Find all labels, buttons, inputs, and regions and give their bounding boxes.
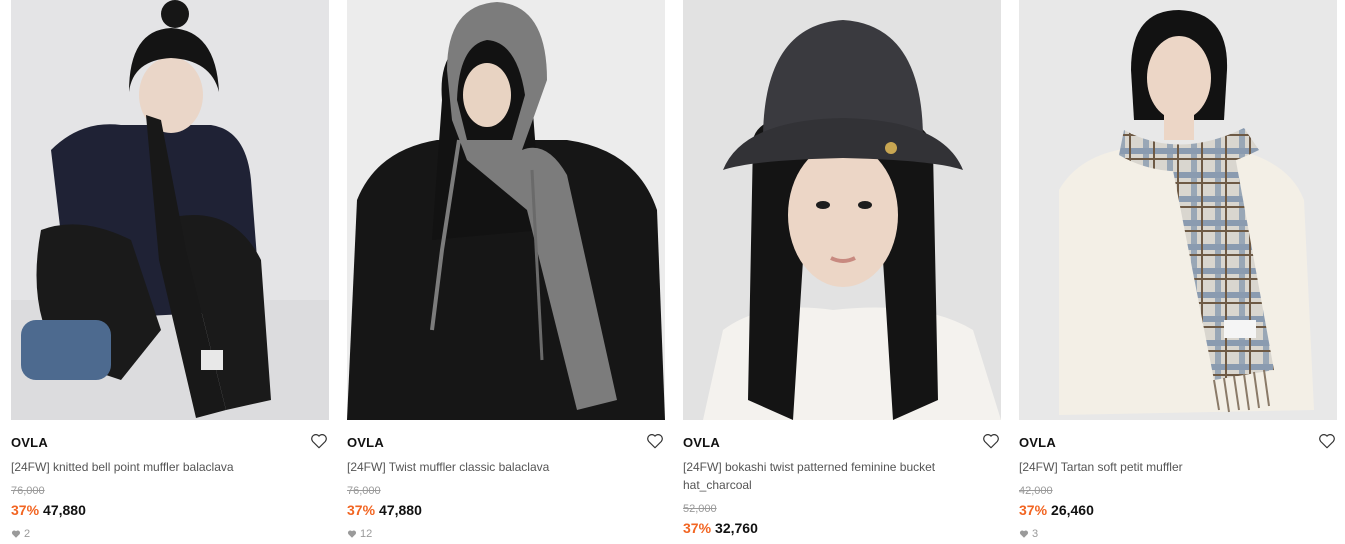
product-image[interactable] [347,0,665,420]
product-title[interactable]: [24FW] Twist muffler classic balaclava [347,458,637,476]
original-price: 76,000 [347,485,381,497]
like-count-value: 2 [24,528,31,540]
original-price: 42,000 [1019,485,1053,497]
brand-name[interactable]: OVLA [11,435,48,450]
wishlist-heart-icon[interactable] [982,432,1000,450]
sale-price: 32,760 [715,520,758,536]
product-grid: OVLA [24FW] knitted bell point muffler b… [0,0,1345,544]
product-title[interactable]: [24FW] bokashi twist patterned feminine … [683,458,973,494]
brand-name[interactable]: OVLA [683,435,720,450]
wishlist-heart-icon[interactable] [646,432,664,450]
product-card[interactable]: OVLA [24FW] knitted bell point muffler b… [11,0,329,544]
like-count-value: 12 [360,528,373,540]
product-title[interactable]: [24FW] Tartan soft petit muffler [1019,458,1309,476]
heart-filled-icon [1019,530,1029,538]
product-card[interactable]: OVLA [24FW] Twist muffler classic balacl… [347,0,665,544]
discount-rate: 37% [11,502,40,518]
product-image[interactable] [1019,0,1337,420]
sale-price: 47,880 [43,502,86,518]
product-image[interactable] [11,0,329,420]
discount-rate: 37% [683,520,712,536]
product-photo-twist-balaclava [347,0,665,420]
price-block: 52,000 37% 32,760 [683,502,758,538]
price-block: 76,000 37% 47,880 [347,484,422,520]
wishlist-heart-icon[interactable] [1318,432,1336,450]
product-title[interactable]: [24FW] knitted bell point muffler balacl… [11,458,301,476]
like-count: 12 [347,528,372,540]
like-count: 3 [1019,528,1038,540]
heart-filled-icon [347,530,357,538]
discount-rate: 37% [1019,502,1048,518]
sale-price: 47,880 [379,502,422,518]
product-card[interactable]: OVLA [24FW] bokashi twist patterned femi… [683,0,1001,544]
wishlist-heart-icon[interactable] [310,432,328,450]
price-block: 76,000 37% 47,880 [11,484,86,520]
discount-rate: 37% [347,502,376,518]
product-image[interactable] [683,0,1001,420]
heart-filled-icon [11,530,21,538]
brand-name[interactable]: OVLA [347,435,384,450]
product-photo-knitted-balaclava [11,0,329,420]
product-card[interactable]: OVLA [24FW] Tartan soft petit muffler 42… [1019,0,1337,544]
like-count-value: 3 [1032,528,1039,540]
price-block: 42,000 37% 26,460 [1019,484,1094,520]
sale-price: 26,460 [1051,502,1094,518]
original-price: 76,000 [11,485,45,497]
original-price: 52,000 [683,503,717,515]
product-photo-bucket-hat [683,0,1001,420]
brand-name[interactable]: OVLA [1019,435,1056,450]
like-count: 2 [11,528,30,540]
product-photo-tartan-muffler [1019,0,1337,420]
